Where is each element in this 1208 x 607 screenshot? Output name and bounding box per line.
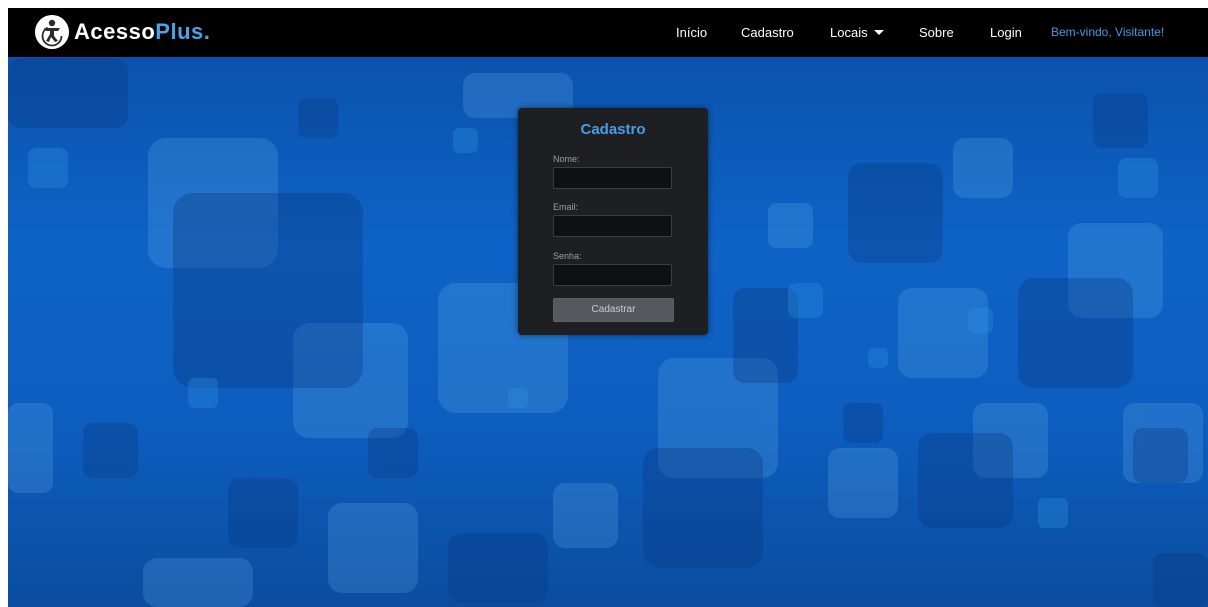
- nav-item-cadastro[interactable]: Cadastro: [741, 8, 794, 57]
- nav-item-inicio[interactable]: Início: [676, 8, 707, 57]
- chevron-down-icon: [873, 30, 884, 35]
- password-input[interactable]: [553, 264, 672, 286]
- register-form-panel: Cadastro Nome: Email: Senha: Cadastrar: [518, 108, 708, 335]
- brand-name: AcessoPlus.: [74, 19, 210, 45]
- nav-item-sobre[interactable]: Sobre: [919, 8, 954, 57]
- accessibility-logo-icon: [35, 15, 69, 49]
- top-navbar: AcessoPlus. Início Cadastro Locais Sobre…: [8, 8, 1208, 57]
- nav-item-locais[interactable]: Locais: [830, 8, 884, 57]
- page-frame: AcessoPlus. Início Cadastro Locais Sobre…: [8, 8, 1208, 607]
- name-label: Nome:: [553, 154, 580, 164]
- welcome-message: Bem-vindo, Visitante!: [1051, 25, 1165, 39]
- name-input[interactable]: [553, 167, 672, 189]
- brand-name-main: Acesso: [74, 19, 156, 44]
- form-title: Cadastro: [580, 121, 646, 138]
- brand-logo[interactable]: AcessoPlus.: [35, 11, 210, 53]
- brand-name-accent: Plus.: [155, 19, 211, 44]
- email-input[interactable]: [553, 215, 672, 237]
- nav-item-locais-label: Locais: [830, 25, 868, 40]
- email-label: Email:: [553, 202, 579, 212]
- password-label: Senha:: [553, 251, 582, 261]
- nav-item-login[interactable]: Login: [990, 8, 1022, 57]
- register-button[interactable]: Cadastrar: [553, 298, 674, 322]
